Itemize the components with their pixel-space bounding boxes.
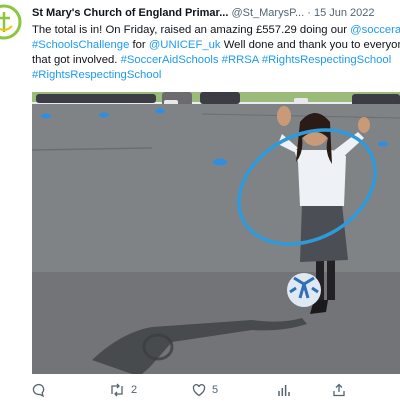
retweet-icon <box>109 383 125 397</box>
dot-separator: · <box>307 7 311 19</box>
tweet-actions: 2 5 <box>32 381 400 399</box>
mention-link-unicef[interactable]: @UNICEF_uk <box>149 39 221 51</box>
hashtag-link[interactable]: #RightsRespectingSchool <box>32 69 161 81</box>
author-name[interactable]: St Mary's Church of England Primar... <box>32 7 228 19</box>
tweet-header: St Mary's Church of England Primar... @S… <box>32 6 400 20</box>
text-segment: The total is in! On Friday, raised an am… <box>32 24 351 36</box>
tweet-date[interactable]: 15 Jun 2022 <box>314 7 375 19</box>
heart-icon <box>192 383 206 397</box>
share-icon <box>332 383 346 397</box>
tweet-text-line: The total is in! On Friday, raised an am… <box>32 23 400 38</box>
school-logo-avatar[interactable] <box>0 4 22 40</box>
tweet-text-line: that got involved. #SoccerAidSchools #RR… <box>32 53 400 68</box>
like-count: 5 <box>212 384 219 396</box>
tweet-text-line: #RightsRespectingSchool <box>32 68 400 83</box>
mention-link-socceraid[interactable]: @soccera <box>350 24 400 36</box>
analytics-icon <box>277 383 291 397</box>
author-handle[interactable]: @St_MarysP... <box>231 7 304 19</box>
like-button[interactable]: 5 <box>192 381 218 399</box>
reply-icon <box>32 383 46 397</box>
retweet-count: 2 <box>131 384 138 396</box>
tweet-text-line: #SchoolsChallenge for @UNICEF_uk Well do… <box>32 38 400 53</box>
retweet-button[interactable]: 2 <box>109 381 137 399</box>
tweet-text: The total is in! On Friday, raised an am… <box>32 23 400 83</box>
hashtag-link[interactable]: #SoccerAidSchools #RRSA #RightsRespectin… <box>121 54 392 66</box>
text-segment: Well done and thank you to everyon <box>220 39 400 51</box>
views-button[interactable] <box>277 381 297 399</box>
text-segment: for <box>129 39 149 51</box>
tweet-photo[interactable] <box>32 92 400 374</box>
reply-button[interactable] <box>32 381 52 399</box>
hashtag-link[interactable]: #SchoolsChallenge <box>32 39 129 51</box>
share-button[interactable] <box>332 381 346 399</box>
text-segment: that got involved. <box>32 54 121 66</box>
